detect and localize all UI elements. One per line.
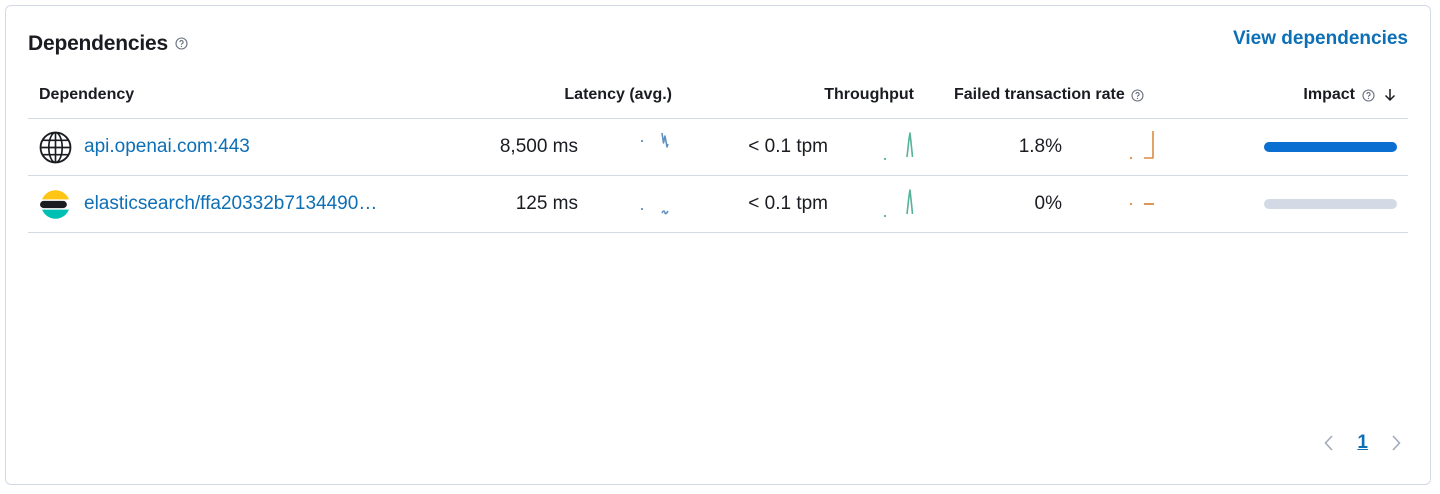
latency-sparkline	[640, 132, 669, 148]
throughput-value: < 0.1 tpm	[748, 136, 828, 157]
column-label: Latency (avg.)	[564, 86, 672, 103]
impact-bar-fill	[1264, 142, 1397, 152]
dependency-link[interactable]: api.openai.com:443	[84, 136, 250, 158]
failed-rate-sparkline	[1129, 202, 1154, 206]
column-header-impact[interactable]: Impact	[1303, 86, 1397, 104]
dependency-cell: api.openai.com:443	[39, 119, 250, 175]
sort-descending-icon[interactable]	[1383, 87, 1397, 103]
failed-rate-value: 1.8%	[1018, 136, 1062, 157]
table-row: elasticsearch/ffa20332b7134490… 125 ms <…	[28, 176, 1408, 233]
failed-rate-value: 0%	[1034, 193, 1062, 214]
dependencies-table: Dependency Latency (avg.) Throughput Fai…	[28, 80, 1408, 233]
impact-bar	[1264, 199, 1397, 209]
column-header-throughput[interactable]: Throughput	[824, 86, 914, 104]
dependency-link[interactable]: elasticsearch/ffa20332b7134490…	[84, 193, 377, 215]
throughput-sparkline	[883, 132, 914, 161]
help-icon[interactable]	[175, 37, 188, 55]
column-label: Failed transaction rate	[954, 86, 1125, 103]
view-dependencies-link[interactable]: View dependencies	[1233, 28, 1408, 50]
help-icon[interactable]	[1131, 88, 1144, 102]
page-number-button[interactable]: 1	[1353, 432, 1372, 454]
dependency-cell: elasticsearch/ffa20332b7134490…	[39, 176, 377, 232]
latency-value: 8,500 ms	[499, 136, 578, 157]
column-header-failed-rate[interactable]: Failed transaction rate	[954, 86, 1144, 104]
throughput-sparkline	[883, 189, 914, 218]
help-icon[interactable]	[1362, 88, 1375, 102]
table-header: Dependency Latency (avg.) Throughput Fai…	[28, 80, 1408, 119]
latency-value: 125 ms	[515, 193, 578, 214]
failed-rate-sparkline	[1129, 131, 1154, 160]
column-label: Throughput	[824, 86, 914, 103]
latency-sparkline	[640, 207, 669, 215]
chevron-left-icon[interactable]	[1323, 434, 1335, 452]
table-row: api.openai.com:443 8,500 ms < 0.1 tpm 1.…	[28, 119, 1408, 176]
panel-header: Dependencies	[28, 32, 188, 56]
column-header-latency[interactable]: Latency (avg.)	[564, 86, 672, 104]
column-label: Dependency	[39, 86, 135, 103]
column-header-dependency[interactable]: Dependency	[39, 86, 134, 104]
dependencies-panel: Dependencies View dependencies Dependenc…	[5, 5, 1431, 485]
chevron-right-icon[interactable]	[1390, 434, 1402, 452]
throughput-value: < 0.1 tpm	[748, 193, 828, 214]
column-label: Impact	[1303, 86, 1355, 103]
elasticsearch-icon	[39, 188, 72, 221]
globe-icon	[39, 131, 72, 164]
panel-title: Dependencies	[28, 32, 168, 55]
impact-bar	[1264, 142, 1397, 152]
pagination: 1	[1323, 432, 1402, 454]
